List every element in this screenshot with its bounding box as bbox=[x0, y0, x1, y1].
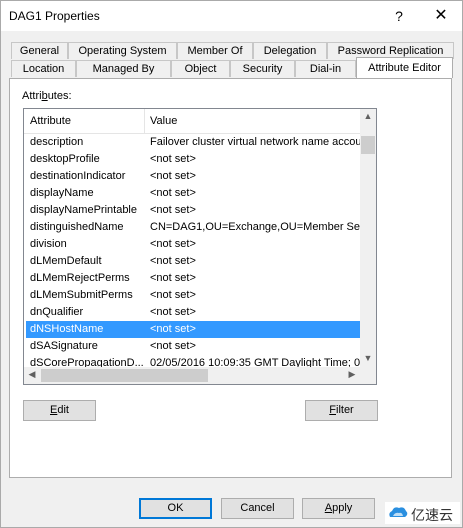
list-item[interactable]: desktopProfile <not set> bbox=[26, 151, 360, 168]
tab-security[interactable]: Security bbox=[230, 60, 295, 77]
tab-managed-by[interactable]: Managed By bbox=[76, 60, 171, 77]
watermark: 亿速云 bbox=[385, 502, 460, 524]
list-item[interactable]: dSCorePropagationD... 02/05/2016 10:09:35… bbox=[26, 355, 360, 367]
filter-button[interactable]: Filter bbox=[305, 400, 378, 421]
list-item[interactable]: dSASignature <not set> bbox=[26, 338, 360, 355]
list-header: Attribute Value bbox=[24, 109, 360, 134]
attributes-label: Attributes: bbox=[22, 90, 72, 102]
list-item[interactable]: dnQualifier <not set> bbox=[26, 304, 360, 321]
tab-general[interactable]: General bbox=[11, 42, 68, 59]
tab-operating-system[interactable]: Operating System bbox=[68, 42, 177, 59]
tab-location[interactable]: Location bbox=[11, 60, 76, 77]
column-header-value[interactable]: Value bbox=[150, 115, 177, 127]
scroll-up-arrow-icon[interactable]: ▲ bbox=[360, 111, 376, 121]
edit-button[interactable]: Edit bbox=[23, 400, 96, 421]
column-divider[interactable] bbox=[144, 109, 145, 133]
list-item[interactable]: destinationIndicator <not set> bbox=[26, 168, 360, 185]
vertical-scrollbar[interactable]: ▲ ▼ bbox=[360, 109, 376, 367]
horizontal-scroll-thumb[interactable] bbox=[41, 369, 208, 382]
ok-button[interactable]: OK bbox=[139, 498, 212, 519]
help-icon[interactable]: ? bbox=[385, 5, 413, 27]
cloud-logo-icon bbox=[389, 507, 408, 517]
close-icon[interactable]: ✕ bbox=[427, 5, 455, 27]
list-item[interactable]: division <not set> bbox=[26, 236, 360, 253]
list-item[interactable]: displayName <not set> bbox=[26, 185, 360, 202]
scroll-right-arrow-icon[interactable]: ▶ bbox=[344, 369, 360, 380]
cancel-button[interactable]: Cancel bbox=[221, 498, 294, 519]
scroll-left-arrow-icon[interactable]: ◀ bbox=[24, 369, 40, 380]
tab-delegation[interactable]: Delegation bbox=[253, 42, 327, 59]
horizontal-scrollbar[interactable]: ◀ ▶ bbox=[24, 367, 360, 384]
list-item-selected[interactable]: dNSHostName <not set> bbox=[26, 321, 360, 338]
tab-dial-in[interactable]: Dial-in bbox=[295, 60, 356, 77]
apply-button[interactable]: Apply bbox=[302, 498, 375, 519]
attributes-list[interactable]: Attribute Value description Failover clus… bbox=[23, 108, 377, 385]
list-item[interactable]: distinguishedName CN=DAG1,OU=Exchange,OU=… bbox=[26, 219, 360, 236]
tab-member-of[interactable]: Member Of bbox=[177, 42, 253, 59]
title-bar: DAG1 Properties ? ✕ bbox=[1, 1, 462, 31]
column-header-attribute[interactable]: Attribute bbox=[30, 115, 71, 127]
scrollbar-corner bbox=[360, 367, 376, 384]
list-item[interactable]: dLMemDefault <not set> bbox=[26, 253, 360, 270]
tab-object[interactable]: Object bbox=[171, 60, 230, 77]
list-item[interactable]: displayNamePrintable <not set> bbox=[26, 202, 360, 219]
window-title: DAG1 Properties bbox=[9, 9, 100, 23]
list-item[interactable]: dLMemRejectPerms <not set> bbox=[26, 270, 360, 287]
vertical-scroll-thumb[interactable] bbox=[361, 136, 375, 154]
list-item[interactable]: description Failover cluster virtual netw… bbox=[26, 134, 360, 151]
list-item[interactable]: dLMemSubmitPerms <not set> bbox=[26, 287, 360, 304]
tab-attribute-editor[interactable]: Attribute Editor bbox=[356, 57, 453, 78]
scroll-down-arrow-icon[interactable]: ▼ bbox=[360, 353, 376, 363]
watermark-text: 亿速云 bbox=[411, 508, 453, 524]
